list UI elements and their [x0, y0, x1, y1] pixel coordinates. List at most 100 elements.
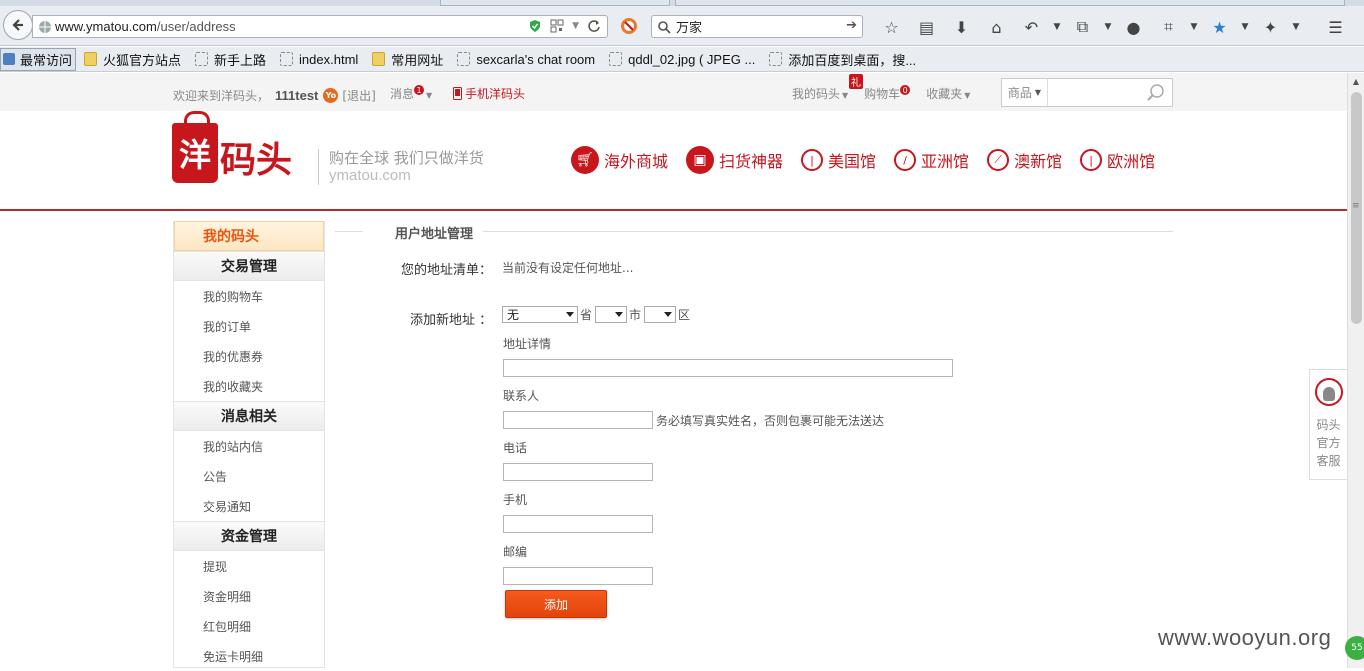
- vertical-scrollbar[interactable]: ▲ ≡: [1347, 73, 1364, 668]
- nav-overseas-mall[interactable]: 🛒︎ 海外商城: [571, 146, 668, 174]
- folder-icon: [84, 52, 98, 66]
- sidebar-item-favorites[interactable]: 我的收藏夹: [174, 371, 324, 401]
- main-nav: 🛒︎ 海外商城 ▣ 扫货神器 | 美国馆 / 亚洲馆 ⟋ 澳新馆 | 欧洲馆: [571, 146, 1173, 174]
- scroll-up-icon[interactable]: ▲: [1348, 73, 1364, 89]
- divider: [335, 231, 363, 232]
- site-search-input[interactable]: [1052, 81, 1142, 104]
- logo-char: 洋: [178, 136, 211, 174]
- add-address-button[interactable]: 添加: [505, 590, 607, 618]
- phone-input[interactable]: [503, 463, 653, 481]
- district-select[interactable]: [644, 306, 677, 323]
- chevron-down-icon[interactable]: ▼: [1237, 16, 1253, 38]
- cart-link[interactable]: 购物车 0: [864, 85, 911, 102]
- download-icon[interactable]: ⬇: [944, 16, 979, 38]
- mobile-app-link[interactable]: 手机洋码头: [453, 85, 525, 102]
- url-bar[interactable]: www.ymatou.com/user/address ▼: [32, 15, 608, 38]
- messages-link[interactable]: 消息 1▼: [390, 85, 432, 102]
- bookmark-item[interactable]: index.html: [280, 52, 358, 67]
- sidebar-item-withdraw[interactable]: 提现: [174, 551, 324, 581]
- chevron-down-icon[interactable]: ▼: [1186, 16, 1202, 38]
- menu-icon[interactable]: ☰: [1318, 16, 1353, 38]
- mobile-label: 手机: [503, 493, 528, 507]
- chevron-down-icon: ▼: [426, 91, 433, 100]
- sidebar-item-coupons[interactable]: 我的优惠券: [174, 341, 324, 371]
- messages-count-badge: 1: [414, 85, 425, 95]
- sidebar-item-cart[interactable]: 我的购物车: [174, 281, 324, 311]
- search-bar[interactable]: 万家 ➔: [651, 15, 863, 38]
- undo-icon[interactable]: ↶: [1014, 16, 1049, 38]
- sidebar-item-orders[interactable]: 我的订单: [174, 311, 324, 341]
- district-unit: 区: [678, 308, 691, 322]
- chevron-down-icon: [615, 312, 624, 317]
- sidebar-item-trade-notices[interactable]: 交易通知: [174, 491, 324, 521]
- back-button[interactable]: [3, 10, 33, 40]
- sidebar-item-funds[interactable]: 资金明细: [174, 581, 324, 611]
- reading-list-icon[interactable]: ▤: [909, 16, 944, 38]
- zip-label: 邮编: [503, 545, 528, 559]
- contact-input[interactable]: [503, 411, 653, 429]
- shield-check-icon[interactable]: [528, 19, 542, 33]
- extension-icon[interactable]: ✦: [1253, 16, 1288, 38]
- username[interactable]: 111test: [275, 88, 318, 103]
- sidebar-item-notices[interactable]: 公告: [174, 461, 324, 491]
- province-select[interactable]: 无: [502, 306, 578, 323]
- addon-block-icon[interactable]: [620, 17, 638, 35]
- screenshot-icon[interactable]: ⧉: [1065, 16, 1100, 38]
- nav-europe-pavilion[interactable]: | 欧洲馆: [1080, 148, 1155, 172]
- site-topbar: 欢迎来到洋码头， 111test Yo [退出] 消息 1▼ 手机洋码头 我的码头…: [0, 73, 1347, 111]
- chat-icon[interactable]: ●: [1116, 16, 1151, 38]
- bookmark-item[interactable]: 添加百度到桌面，搜...: [769, 50, 916, 69]
- chevron-down-icon[interactable]: ▼: [1288, 16, 1304, 38]
- welcome-text: 欢迎来到洋码头，: [173, 89, 270, 103]
- search-icon[interactable]: [1146, 83, 1166, 103]
- reload-icon[interactable]: [587, 19, 601, 33]
- bookmark-item[interactable]: sexcarla's chat room: [457, 52, 595, 67]
- chevron-down-icon[interactable]: ▼: [1100, 16, 1116, 38]
- nav-scan-deals[interactable]: ▣ 扫货神器: [686, 146, 783, 174]
- nav-asia-pavilion[interactable]: / 亚洲馆: [894, 148, 969, 172]
- bookmark-item[interactable]: 新手上路: [195, 50, 266, 69]
- my-ymatou-menu[interactable]: 我的码头 ▼ 礼: [792, 74, 863, 102]
- favorite-star-icon[interactable]: ★: [1202, 16, 1237, 38]
- cart-count-badge: 0: [900, 85, 911, 95]
- star-icon[interactable]: ☆: [874, 16, 909, 38]
- sidebar-my-ymatou[interactable]: 我的码头: [174, 221, 324, 251]
- chevron-down-icon[interactable]: ▼: [1049, 16, 1065, 38]
- messages-label: 消息: [390, 87, 415, 101]
- bookmark-item[interactable]: qddl_02.jpg ( JPEG ...: [609, 52, 755, 67]
- favorites-label: 收藏夹: [926, 87, 963, 101]
- zip-input[interactable]: [503, 567, 653, 585]
- customer-service-widget[interactable]: 码头 官方 客服: [1309, 369, 1347, 480]
- search-category-select[interactable]: 商品 ▼: [1002, 79, 1048, 106]
- sidebar-item-free-shipping-cards[interactable]: 免运卡明细: [174, 641, 324, 671]
- sidebar-item-inbox[interactable]: 我的站内信: [174, 431, 324, 461]
- favorites-menu[interactable]: 收藏夹 ▼: [926, 85, 970, 102]
- cart-icon: 🛒︎: [571, 146, 599, 174]
- home-icon[interactable]: ⌂: [979, 16, 1014, 38]
- bookmark-item[interactable]: 最常访问: [0, 47, 77, 71]
- logout-link[interactable]: [退出]: [342, 87, 375, 104]
- page-title: 用户地址管理: [395, 227, 474, 242]
- bookmark-item[interactable]: 火狐官方站点: [84, 50, 181, 69]
- bookmark-item[interactable]: 常用网址: [372, 50, 443, 69]
- globe-icon: |: [801, 149, 824, 171]
- search-query: 万家: [676, 21, 703, 36]
- mobile-input[interactable]: [503, 515, 653, 533]
- slogan-text: 购在全球 我们只做洋货: [329, 149, 484, 167]
- bookmark-icon: [3, 53, 15, 65]
- address-detail-input[interactable]: [503, 359, 953, 377]
- nav-anz-pavilion[interactable]: ⟋ 澳新馆: [987, 148, 1062, 172]
- headset-icon: [1314, 378, 1343, 406]
- nav-label: 亚洲馆: [921, 152, 970, 171]
- nav-us-pavilion[interactable]: | 美国馆: [801, 148, 876, 172]
- go-arrow-icon[interactable]: ➔: [846, 18, 857, 33]
- bag-icon: ▣: [686, 146, 715, 174]
- qr-code-icon[interactable]: [550, 19, 564, 33]
- page-icon: [280, 52, 294, 66]
- city-select[interactable]: [595, 306, 628, 323]
- region-selects: 无 省 市 区: [502, 306, 693, 323]
- sidebar-item-red-packets[interactable]: 红包明细: [174, 611, 324, 641]
- site-logo[interactable]: 洋 码头: [172, 111, 292, 183]
- crop-icon[interactable]: ⌗: [1151, 16, 1186, 38]
- dropdown-icon[interactable]: ▼: [572, 21, 579, 31]
